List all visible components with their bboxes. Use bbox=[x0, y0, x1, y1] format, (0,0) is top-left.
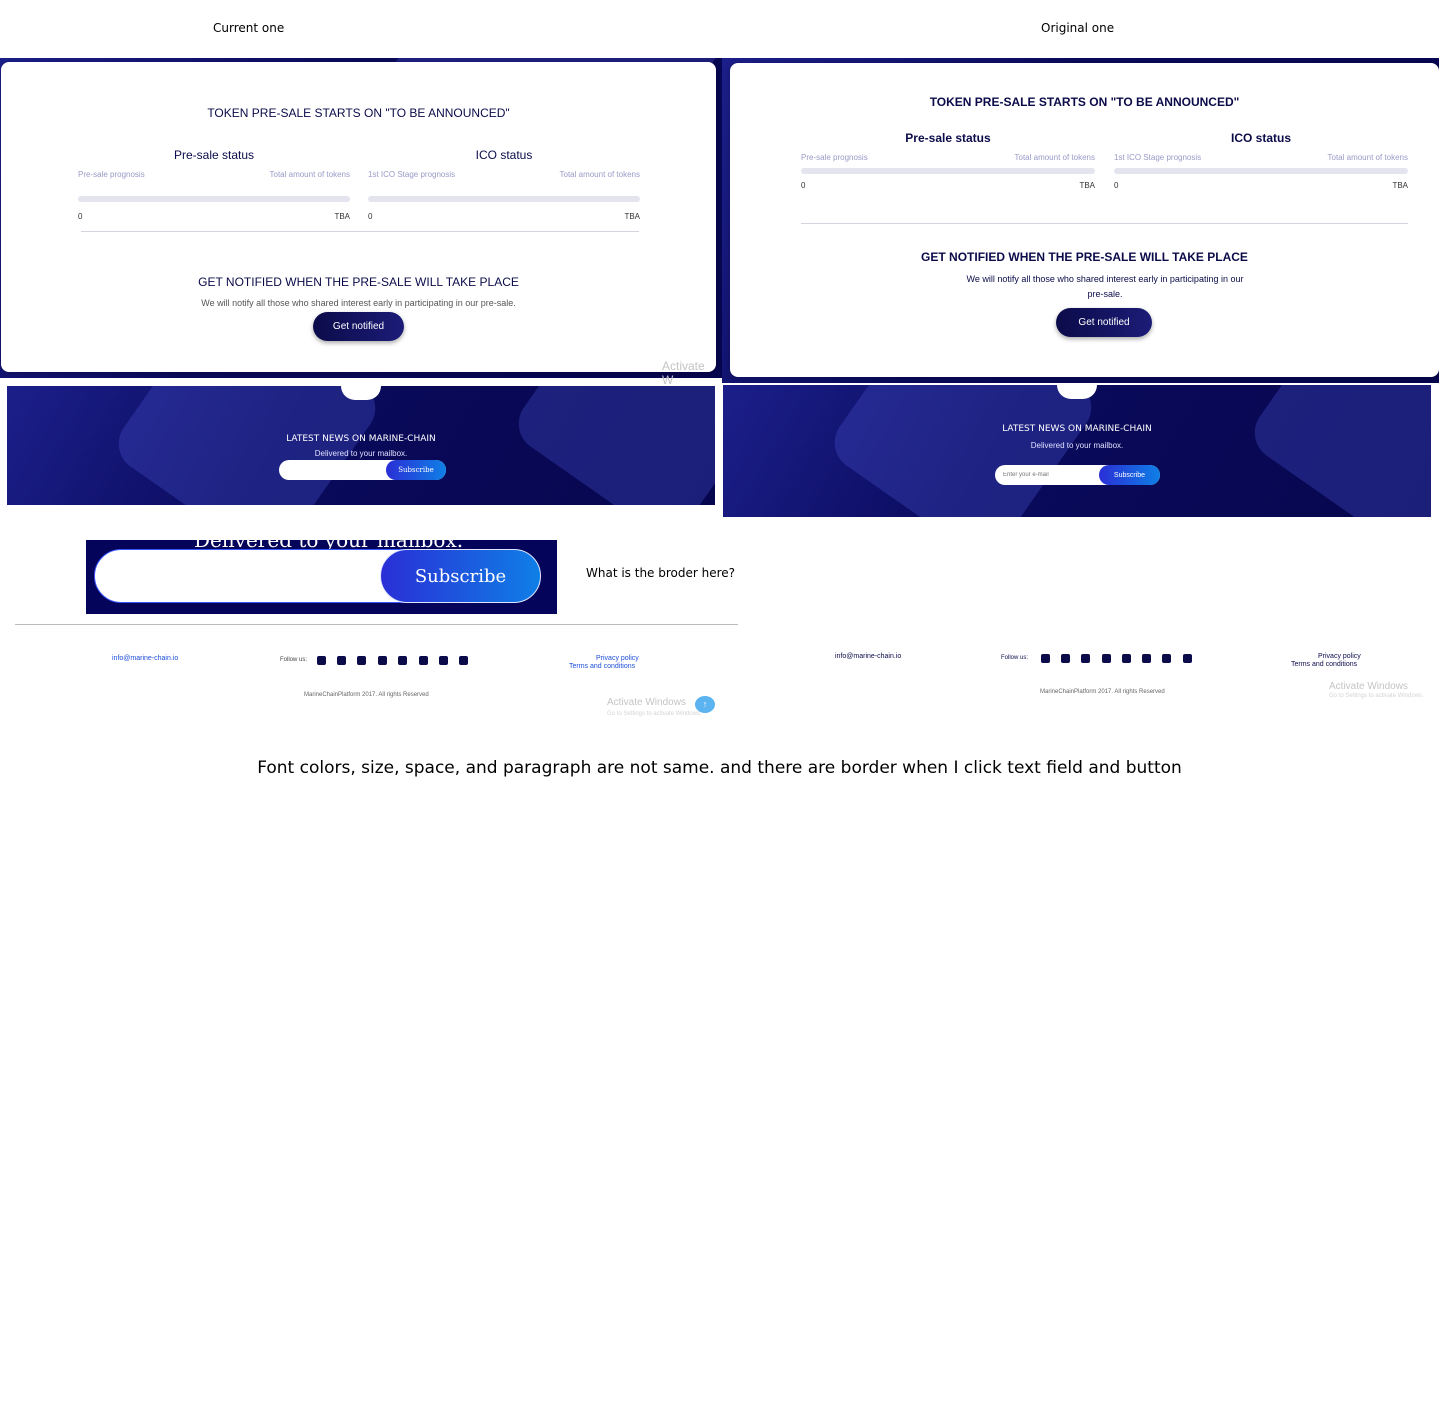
news-title: LATEST NEWS ON MARINE-CHAIN bbox=[286, 434, 436, 444]
slack-icon[interactable] bbox=[1162, 654, 1171, 663]
privacy-policy-link[interactable]: Privacy policy bbox=[596, 655, 639, 662]
current-presale-card: TOKEN PRE-SALE STARTS ON "TO BE ANNOUNCE… bbox=[1, 62, 716, 387]
copyright: MarineChainPlatform 2017. All rights Res… bbox=[1040, 689, 1165, 695]
activate-windows-watermark: Activate Windows bbox=[607, 697, 686, 708]
get-notified-button[interactable]: Get notified bbox=[1056, 308, 1152, 337]
status-right-label: Total amount of tokens bbox=[269, 170, 351, 179]
terms-link[interactable]: Terms and conditions bbox=[1291, 661, 1357, 668]
status-left-label: Pre-sale prognosis bbox=[78, 170, 145, 179]
progress-bar bbox=[1114, 168, 1408, 174]
footer-divider bbox=[15, 624, 738, 625]
progress-end: TBA bbox=[334, 212, 350, 221]
medium-icon[interactable] bbox=[337, 656, 346, 665]
original-heading: Original one bbox=[1041, 21, 1115, 35]
news-subtitle: Delivered to your mailbox. bbox=[314, 449, 408, 458]
news-subtitle: Delivered to your mailbox. bbox=[1030, 441, 1124, 450]
ico-status: ICO status 1st ICO Stage prognosis Total… bbox=[368, 148, 640, 228]
status-right-label: Total amount of tokens bbox=[559, 170, 641, 179]
follow-label: Follow us: bbox=[280, 657, 308, 663]
progress-bar bbox=[78, 196, 350, 202]
caption-text: Font colors, size, space, and paragraph … bbox=[257, 758, 1182, 778]
footer-email-link[interactable]: info@marine-chain.io bbox=[835, 653, 901, 660]
token-title: TOKEN PRE-SALE STARTS ON "TO BE ANNOUNCE… bbox=[207, 106, 510, 120]
terms-link[interactable]: Terms and conditions bbox=[569, 663, 635, 670]
linkedin-icon[interactable] bbox=[1041, 654, 1050, 663]
telegram-icon[interactable] bbox=[1122, 654, 1131, 663]
zoomed-subscribe-crop: Delivered to your mailbox. Subscribe bbox=[86, 540, 557, 614]
scroll-top-icon[interactable]: ↑ bbox=[695, 696, 715, 713]
slack-icon[interactable] bbox=[439, 656, 448, 665]
copyright: MarineChainPlatform 2017. All rights Res… bbox=[304, 692, 429, 698]
medium-icon[interactable] bbox=[1061, 654, 1070, 663]
original-news-section: LATEST NEWS ON MARINE-CHAIN Delivered to… bbox=[723, 385, 1431, 517]
presale-status: Pre-sale status Pre-sale prognosis Total… bbox=[801, 131, 1095, 195]
status-left-label: 1st ICO Stage prognosis bbox=[1114, 153, 1202, 162]
subscribe-button[interactable]: Subscribe bbox=[1099, 465, 1160, 485]
follow-label: Follow us: bbox=[1001, 655, 1029, 661]
footer-email-link[interactable]: info@marine-chain.io bbox=[112, 655, 178, 662]
youtube-icon[interactable] bbox=[1183, 654, 1192, 663]
facebook-icon[interactable] bbox=[378, 656, 387, 665]
status-name: Pre-sale status bbox=[905, 131, 991, 145]
activate-windows-sub: Go to Settings to activate Windows. bbox=[1329, 693, 1424, 699]
activate-windows-watermark: Activate W bbox=[662, 359, 705, 387]
subscribe-form: Subscribe bbox=[279, 460, 446, 480]
facebook-icon[interactable] bbox=[1102, 654, 1111, 663]
github-icon[interactable] bbox=[1142, 654, 1151, 663]
token-title: TOKEN PRE-SALE STARTS ON "TO BE ANNOUNCE… bbox=[929, 95, 1240, 109]
news-title: LATEST NEWS ON MARINE-CHAIN bbox=[1002, 424, 1152, 434]
progress-start: 0 bbox=[801, 181, 806, 190]
ico-status: ICO status 1st ICO Stage prognosis Total… bbox=[1114, 131, 1408, 195]
twitter-icon[interactable] bbox=[1081, 654, 1090, 663]
divider bbox=[801, 223, 1408, 224]
activate-windows-watermark: Activate Windows bbox=[1329, 681, 1408, 692]
status-name: Pre-sale status bbox=[173, 148, 255, 162]
privacy-policy-link[interactable]: Privacy policy bbox=[1318, 653, 1361, 660]
presale-status: Pre-sale status Pre-sale prognosis Total… bbox=[78, 148, 350, 228]
youtube-icon[interactable] bbox=[459, 656, 468, 665]
notify-title: GET NOTIFIED WHEN THE PRE-SALE WILL TAKE… bbox=[921, 250, 1248, 264]
email-input[interactable] bbox=[1003, 468, 1093, 482]
progress-start: 0 bbox=[78, 212, 83, 221]
section-notch bbox=[1057, 385, 1097, 399]
question-text: What is the broder here? bbox=[586, 566, 736, 580]
progress-bar bbox=[801, 168, 1095, 174]
get-notified-button[interactable]: Get notified bbox=[313, 312, 404, 341]
current-news-section: LATEST NEWS ON MARINE-CHAIN Delivered to… bbox=[7, 386, 715, 505]
linkedin-icon[interactable] bbox=[317, 656, 326, 665]
progress-end: TBA bbox=[1392, 181, 1408, 190]
status-right-label: Total amount of tokens bbox=[1014, 153, 1096, 162]
status-left-label: Pre-sale prognosis bbox=[801, 153, 868, 162]
subscribe-button[interactable]: Subscribe bbox=[386, 460, 446, 480]
github-icon[interactable] bbox=[419, 656, 428, 665]
notify-title: GET NOTIFIED WHEN THE PRE-SALE WILL TAKE… bbox=[198, 275, 519, 289]
subscribe-form: Subscribe bbox=[995, 465, 1160, 485]
status-left-label: 1st ICO Stage prognosis bbox=[368, 170, 456, 179]
progress-bar bbox=[368, 196, 640, 202]
activate-windows-sub: Go to Settings to activate Windows. bbox=[607, 711, 702, 717]
progress-end: TBA bbox=[624, 212, 640, 221]
current-heading: Current one bbox=[213, 21, 285, 35]
progress-start: 0 bbox=[1114, 181, 1119, 190]
section-notch bbox=[341, 386, 381, 400]
email-input[interactable] bbox=[287, 463, 377, 477]
telegram-icon[interactable] bbox=[398, 656, 407, 665]
status-right-label: Total amount of tokens bbox=[1327, 153, 1409, 162]
notify-text: We will notify all those who shared inte… bbox=[201, 298, 516, 308]
notify-text: We will notify all those who shared inte… bbox=[966, 274, 1244, 299]
twitter-icon[interactable] bbox=[357, 656, 366, 665]
status-name: ICO status bbox=[475, 148, 533, 162]
progress-start: 0 bbox=[368, 212, 373, 221]
divider bbox=[81, 231, 639, 232]
progress-end: TBA bbox=[1079, 181, 1095, 190]
status-name: ICO status bbox=[1230, 131, 1291, 145]
zoom-subscribe-button[interactable]: Subscribe bbox=[380, 549, 541, 603]
original-presale-card: TOKEN PRE-SALE STARTS ON "TO BE ANNOUNCE… bbox=[730, 63, 1439, 377]
